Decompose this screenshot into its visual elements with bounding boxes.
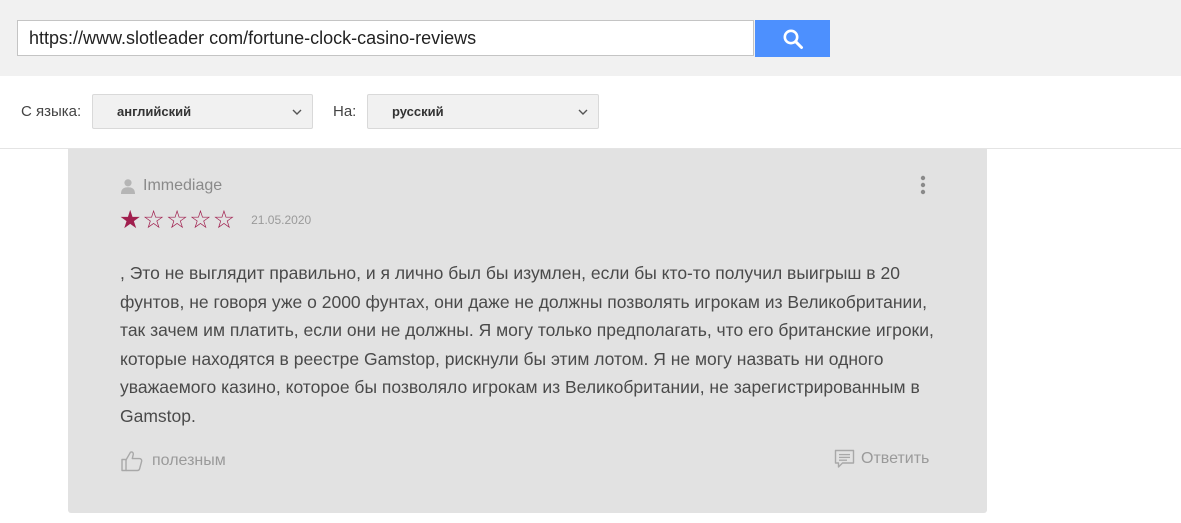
reply-button[interactable]: Ответить bbox=[834, 449, 929, 469]
author-name: Immediage bbox=[143, 177, 223, 194]
top-bar bbox=[0, 0, 1181, 76]
source-language-label: С языка: bbox=[21, 103, 82, 120]
star-empty-icon: ☆ bbox=[189, 205, 212, 234]
target-language-select[interactable]: русский bbox=[367, 94, 599, 129]
review-text: , Это не выглядит правильно, и я лично б… bbox=[120, 263, 934, 426]
chevron-down-icon bbox=[292, 109, 302, 115]
review-author: Immediage bbox=[120, 177, 222, 195]
helpful-button[interactable]: полезным bbox=[120, 450, 226, 472]
search-button[interactable] bbox=[755, 20, 830, 57]
reply-label: Ответить bbox=[861, 450, 930, 467]
more-options-icon[interactable] bbox=[916, 174, 930, 196]
review-date: 21.05.2020 bbox=[251, 213, 312, 227]
target-language-label: На: bbox=[333, 103, 357, 120]
target-language-value: русский bbox=[392, 104, 444, 119]
star-filled-icon: ★ bbox=[119, 205, 142, 234]
chevron-down-icon bbox=[578, 109, 588, 115]
review-rating: ★ ☆ ☆ ☆ ☆ 21.05.2020 bbox=[119, 207, 311, 233]
thumbs-up-icon bbox=[121, 451, 143, 472]
page-content: Immediage ★ ☆ ☆ ☆ ☆ 21.05.2020 , Это не выгл… bbox=[0, 149, 1181, 523]
source-language-value: английский bbox=[117, 104, 192, 119]
language-bar: С языка: английский На: русский bbox=[0, 76, 1181, 149]
user-icon bbox=[121, 179, 135, 194]
review-card: Immediage ★ ☆ ☆ ☆ ☆ 21.05.2020 , Это не выгл… bbox=[68, 149, 987, 513]
helpful-label: полезным bbox=[152, 452, 226, 469]
search-icon bbox=[783, 29, 803, 49]
comment-icon bbox=[834, 449, 855, 468]
star-empty-icon: ☆ bbox=[165, 205, 189, 234]
star-empty-icon: ☆ bbox=[212, 205, 236, 234]
star-rating: ★ ☆ ☆ ☆ ☆ bbox=[119, 207, 236, 233]
star-empty-icon: ☆ bbox=[142, 205, 165, 234]
url-input[interactable] bbox=[17, 20, 754, 56]
source-language-select[interactable]: английский bbox=[92, 94, 313, 129]
